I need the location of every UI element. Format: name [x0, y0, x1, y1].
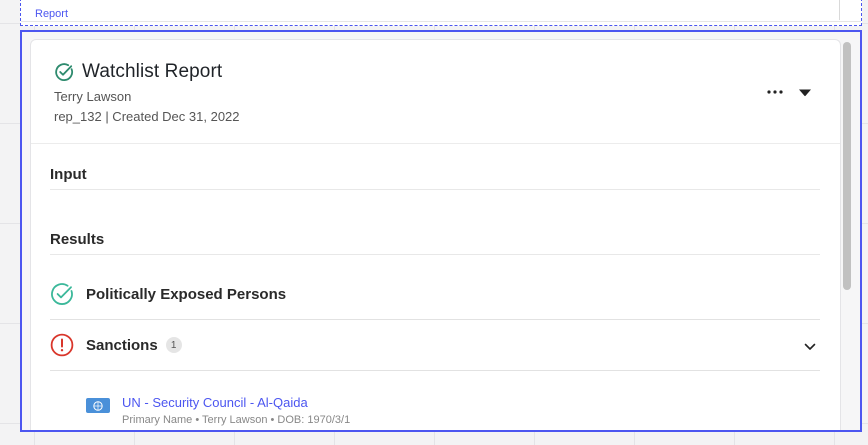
match-detail: Primary Name • Terry Lawson • DOB: 1970/…	[122, 414, 351, 426]
report-frame-label: Report	[31, 7, 73, 21]
more-options-icon[interactable]	[767, 84, 783, 100]
results-section: Results	[50, 231, 820, 255]
sanctions-match-item: UN - Security Council - Al-Qaida Primary…	[86, 395, 350, 426]
watchlist-report-card: Watchlist Report Terry Lawson rep_132 | …	[30, 39, 841, 430]
section-title-input: Input	[50, 166, 87, 183]
result-label: Politically Exposed Persons	[86, 285, 287, 303]
section-title-results: Results	[50, 231, 105, 248]
input-section: Input	[50, 166, 820, 190]
report-meta: rep_132 | Created Dec 31, 2022	[54, 109, 240, 124]
un-flag-icon	[86, 398, 110, 413]
alert-circle-icon	[50, 333, 74, 357]
result-label: Sanctions	[86, 336, 158, 354]
title-row: Watchlist Report	[54, 61, 222, 83]
report-frame-top	[20, 0, 862, 26]
scrollbar[interactable]	[843, 42, 851, 424]
header-actions	[767, 84, 813, 100]
divider	[21, 21, 861, 22]
caret-down-icon[interactable]	[797, 84, 813, 100]
page-title: Watchlist Report	[82, 61, 223, 82]
chevron-down-icon[interactable]	[804, 338, 816, 356]
divider	[839, 0, 840, 20]
match-title-link[interactable]: UN - Security Council - Al-Qaida	[122, 395, 350, 410]
report-subject: Terry Lawson	[54, 89, 132, 104]
scrollbar-thumb[interactable]	[843, 42, 851, 290]
report-header: Watchlist Report Terry Lawson rep_132 | …	[31, 40, 840, 144]
result-row-pep[interactable]: Politically Exposed Persons	[50, 269, 820, 320]
result-row-sanctions[interactable]: Sanctions 1	[50, 320, 820, 371]
check-circle-icon	[54, 62, 74, 82]
report-frame: Watchlist Report Terry Lawson rep_132 | …	[20, 30, 862, 432]
match-text: UN - Security Council - Al-Qaida Primary…	[122, 395, 350, 426]
count-badge: 1	[165, 337, 182, 353]
check-circle-icon	[50, 282, 74, 306]
